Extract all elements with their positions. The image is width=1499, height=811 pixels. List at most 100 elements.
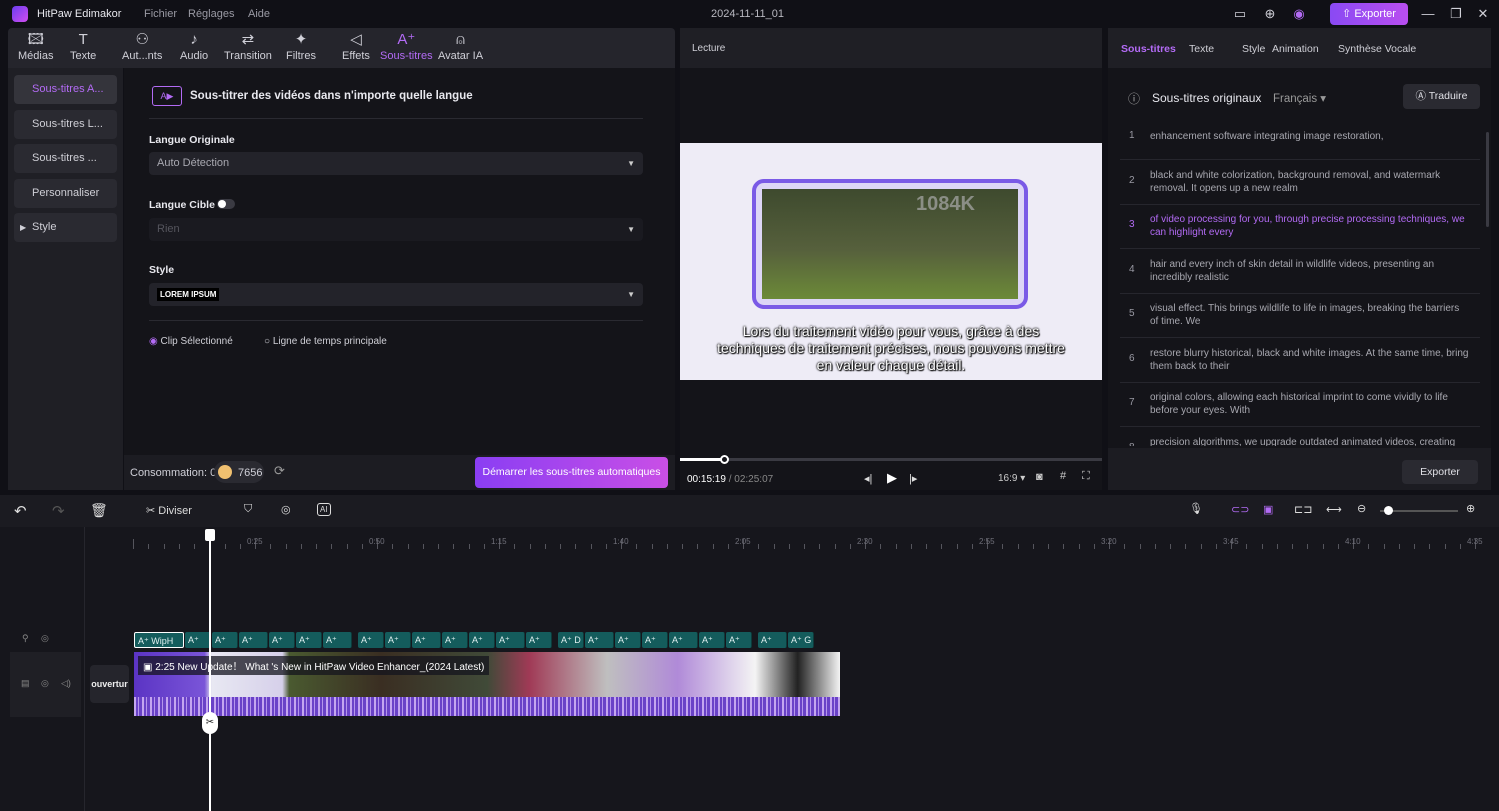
playback-progress[interactable] (680, 458, 1102, 461)
snapshot-icon[interactable]: ◙ (1036, 471, 1043, 483)
tool-audio[interactable]: ♪ Audio (180, 30, 208, 62)
subtitle-clip[interactable]: A⁺ (642, 632, 668, 648)
redo-icon[interactable]: ↷ (52, 502, 65, 520)
subtitle-row[interactable]: 5 visual effect. This brings wildlife to … (1120, 294, 1480, 338)
zoom-in-icon[interactable]: ⊕ (1466, 502, 1475, 515)
subtitle-track-lock-icon[interactable]: ⚲ (22, 633, 29, 644)
tab-sous-titres[interactable]: Sous-titres (1121, 43, 1176, 55)
speed-icon[interactable]: ◎ (281, 503, 291, 516)
subtitle-row[interactable]: 1 enhancement software integrating image … (1120, 116, 1480, 160)
grid-icon[interactable]: # (1060, 470, 1066, 482)
subtitle-row[interactable]: 8 precision algorithms, we upgrade outdat… (1120, 428, 1480, 447)
play-icon[interactable]: ▶ (887, 470, 897, 486)
subtitle-row[interactable]: 4 hair and every inch of skin detail in w… (1120, 250, 1480, 294)
subtitle-clip[interactable]: A⁺ (469, 632, 495, 648)
subtitle-clip[interactable]: A⁺ WipH (134, 632, 184, 648)
minimize-icon[interactable]: — (1420, 6, 1436, 22)
sidebar-item-2[interactable]: Sous-titres L... (14, 109, 117, 139)
playhead-knob[interactable] (720, 455, 730, 464)
tool-texte[interactable]: T Texte (70, 30, 96, 62)
subtitle-clip[interactable]: A⁺ (323, 632, 352, 648)
radio-main-timeline[interactable]: ○ Ligne de temps principale (264, 336, 387, 347)
sidebar-item-3[interactable]: Sous-titres ... (14, 144, 117, 173)
fit-icon[interactable]: ⟷ (1326, 503, 1342, 516)
fullscreen-icon[interactable]: ⛶ (1082, 470, 1090, 483)
aspect-ratio-select[interactable]: 16:9 ▾ (998, 473, 1025, 484)
style-select[interactable]: LOREM IPSUM ▼ (149, 283, 643, 306)
track-visibility-icon[interactable]: ◎ (41, 678, 49, 689)
subtitle-clip[interactable]: A⁺ (496, 632, 525, 648)
refresh-icon[interactable]: ⟳ (274, 463, 285, 479)
subtitle-clip[interactable]: A⁺ (412, 632, 441, 648)
ai-icon[interactable]: AI (317, 503, 331, 516)
subtitle-clip[interactable]: A⁺ (726, 632, 752, 648)
menu-aide[interactable]: Aide (248, 8, 270, 20)
subtitle-clip[interactable]: A⁺ (185, 632, 211, 648)
target-language-select[interactable]: Rien ▼ (149, 218, 643, 241)
subtitle-clip[interactable]: A⁺ (269, 632, 295, 648)
menu-reglages[interactable]: Réglages (188, 8, 234, 20)
track-audio-icon[interactable]: ◁) (61, 678, 71, 689)
tool-effets[interactable]: ◁ Effets (342, 30, 370, 62)
sidebar-item-4[interactable]: Personnaliser (14, 178, 117, 208)
close-icon[interactable]: ✕ (1475, 6, 1491, 22)
subtitle-clip[interactable]: A⁺ D (558, 632, 584, 648)
original-language-select[interactable]: Auto Détection ▼ (149, 152, 643, 175)
subtitle-clip[interactable]: A⁺ (758, 632, 787, 648)
subtitle-track-visibility-icon[interactable]: ◎ (41, 633, 49, 644)
tab-animation[interactable]: Animation (1272, 43, 1319, 55)
delete-icon[interactable]: 🗑 (90, 502, 108, 519)
tool-aut-nts[interactable]: ⚇ Aut...nts (122, 30, 162, 62)
prev-frame-icon[interactable]: ◂| (864, 472, 872, 485)
next-frame-icon[interactable]: |▸ (909, 472, 917, 485)
tab-synth-se-vocale[interactable]: Synthèse Vocale (1338, 43, 1416, 55)
tab-texte[interactable]: Texte (1189, 43, 1214, 55)
snap-icon[interactable]: ▣ (1263, 503, 1273, 516)
scrollbar[interactable] (1486, 132, 1489, 227)
track-lock-icon[interactable]: ▤ (21, 678, 30, 689)
export-subtitles-button[interactable]: Exporter (1402, 460, 1478, 484)
subtitle-clip[interactable]: A⁺ (442, 632, 468, 648)
link-icon[interactable]: ⊂⊃ (1231, 503, 1249, 516)
audio-waveform[interactable] (134, 697, 840, 716)
language-select[interactable]: Français ▾ (1273, 91, 1326, 105)
video-clip[interactable]: ▣ 2:25 New Update！ What 's New in HitPaw… (134, 652, 840, 697)
subtitle-clip[interactable]: A⁺ (296, 632, 322, 648)
split-button[interactable]: ✂ Diviser (146, 504, 192, 517)
intro-clip[interactable]: ouvertur (90, 665, 129, 703)
start-auto-subtitles-button[interactable]: Démarrer les sous-titres automatiques (475, 457, 668, 488)
tab-style[interactable]: Style (1242, 43, 1265, 55)
download-icon[interactable]: ⊕ (1262, 6, 1278, 22)
subtitle-clip[interactable]: A⁺ (212, 632, 238, 648)
translate-button[interactable]: Ⓐ Traduire (1403, 84, 1480, 109)
playhead[interactable] (209, 533, 211, 811)
subtitle-clip[interactable]: A⁺ (699, 632, 725, 648)
subtitle-clip[interactable]: A⁺ (526, 632, 552, 648)
target-language-toggle[interactable] (217, 199, 235, 209)
account-icon[interactable]: ◉ (1291, 6, 1307, 22)
zoom-slider-handle[interactable] (1383, 506, 1393, 515)
subtitle-clip[interactable]: A⁺ (585, 632, 614, 648)
subtitle-row[interactable]: 2 black and white colorization, backgroun… (1120, 161, 1480, 205)
subtitle-row[interactable]: 3 of video processing for you, through pr… (1120, 205, 1480, 249)
info-icon[interactable]: ⓘ (1128, 90, 1140, 107)
tool-sous-titres[interactable]: A⁺ Sous-titres (380, 30, 433, 62)
feedback-icon[interactable]: ▭ (1232, 6, 1248, 22)
playhead-handle[interactable] (205, 529, 215, 541)
tool-avatar-ia[interactable]: ⍝ Avatar IA (438, 30, 483, 62)
sidebar-item-1[interactable]: Sous-titres A... (14, 75, 117, 104)
tool-transition[interactable]: ⇄ Transition (224, 30, 272, 62)
subtitle-row[interactable]: 6 restore blurry historical, black and wh… (1120, 339, 1480, 383)
subtitle-clip[interactable]: A⁺ (239, 632, 268, 648)
subtitle-clip[interactable]: A⁺ (358, 632, 384, 648)
undo-icon[interactable]: ↶ (14, 502, 27, 520)
export-button[interactable]: ⇧ Exporter (1330, 3, 1408, 25)
subtitle-row[interactable]: 7 original colors, allowing each historic… (1120, 383, 1480, 427)
marker-icon[interactable]: ⛉ (244, 503, 252, 516)
sidebar-item-5[interactable]: ▶ Style (14, 213, 117, 242)
microphone-icon[interactable]: 🎙 (1189, 502, 1203, 515)
menu-fichier[interactable]: Fichier (144, 8, 177, 20)
subtitle-clip[interactable]: A⁺ G (788, 632, 814, 648)
split-clip-icon[interactable]: ⊏⊐ (1294, 503, 1312, 516)
subtitle-clip[interactable]: A⁺ (615, 632, 641, 648)
